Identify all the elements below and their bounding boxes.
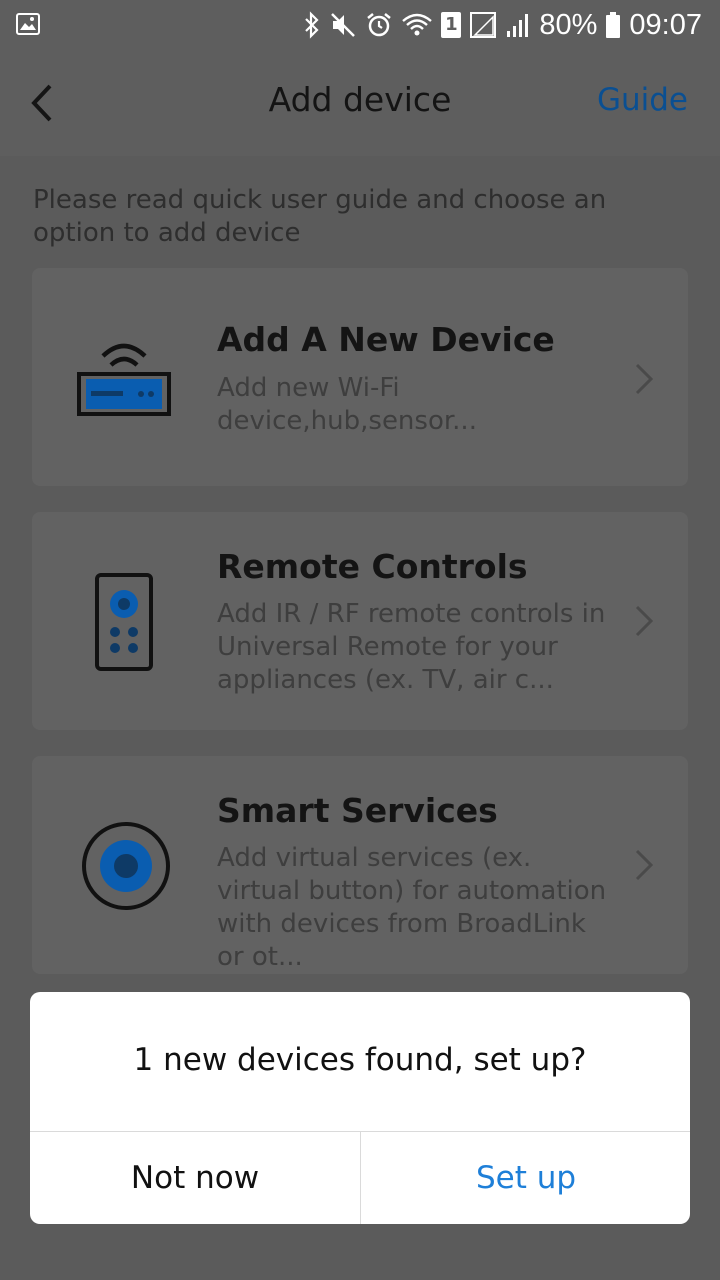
set-up-button[interactable]: Set up	[361, 1132, 690, 1224]
dialog-message: 1 new devices found, set up?	[133, 1042, 587, 1078]
app-bar: Add device Guide	[0, 50, 720, 156]
sim-slot-badge: 1	[441, 12, 462, 38]
smart-service-icon	[82, 822, 170, 910]
chevron-right-icon	[635, 363, 654, 395]
option-remote-controls[interactable]: Remote Controls Add IR / RF remote contr…	[32, 512, 688, 730]
chevron-right-icon	[635, 605, 654, 637]
option-description: Add new Wi-Fi device,hub,sensor...	[217, 373, 477, 436]
option-description: Add IR / RF remote controls in Universal…	[217, 599, 606, 695]
not-now-button[interactable]: Not now	[30, 1132, 360, 1224]
alarm-icon	[367, 13, 392, 37]
clock: 09:07	[629, 8, 702, 41]
status-bar: 1 80% 09:07	[0, 0, 720, 50]
chevron-right-icon	[635, 849, 654, 881]
option-title: Smart Services	[217, 791, 498, 830]
signal-sim2-icon	[507, 14, 529, 37]
remote-control-icon	[95, 573, 153, 671]
option-title: Add A New Device	[217, 320, 555, 359]
mute-icon	[331, 13, 356, 37]
option-title: Remote Controls	[217, 547, 528, 586]
instruction-text: Please read quick user guide and choose …	[33, 185, 607, 248]
guide-button[interactable]: Guide	[597, 82, 688, 118]
wifi-status-icon	[402, 13, 433, 36]
option-add-new-device[interactable]: Add A New Device Add new Wi-Fi device,hu…	[32, 268, 688, 486]
wifi-router-icon	[77, 343, 171, 416]
battery-percent: 80%	[539, 8, 598, 41]
battery-icon	[606, 12, 621, 38]
new-devices-dialog: 1 new devices found, set up? Not now Set…	[30, 992, 690, 1224]
gallery-notification-icon	[16, 13, 40, 35]
bluetooth-icon	[305, 11, 319, 39]
option-description: Add virtual services (ex. virtual button…	[217, 843, 607, 972]
option-smart-services[interactable]: Smart Services Add virtual services (ex.…	[32, 756, 688, 974]
signal-sim1-icon	[470, 12, 497, 38]
